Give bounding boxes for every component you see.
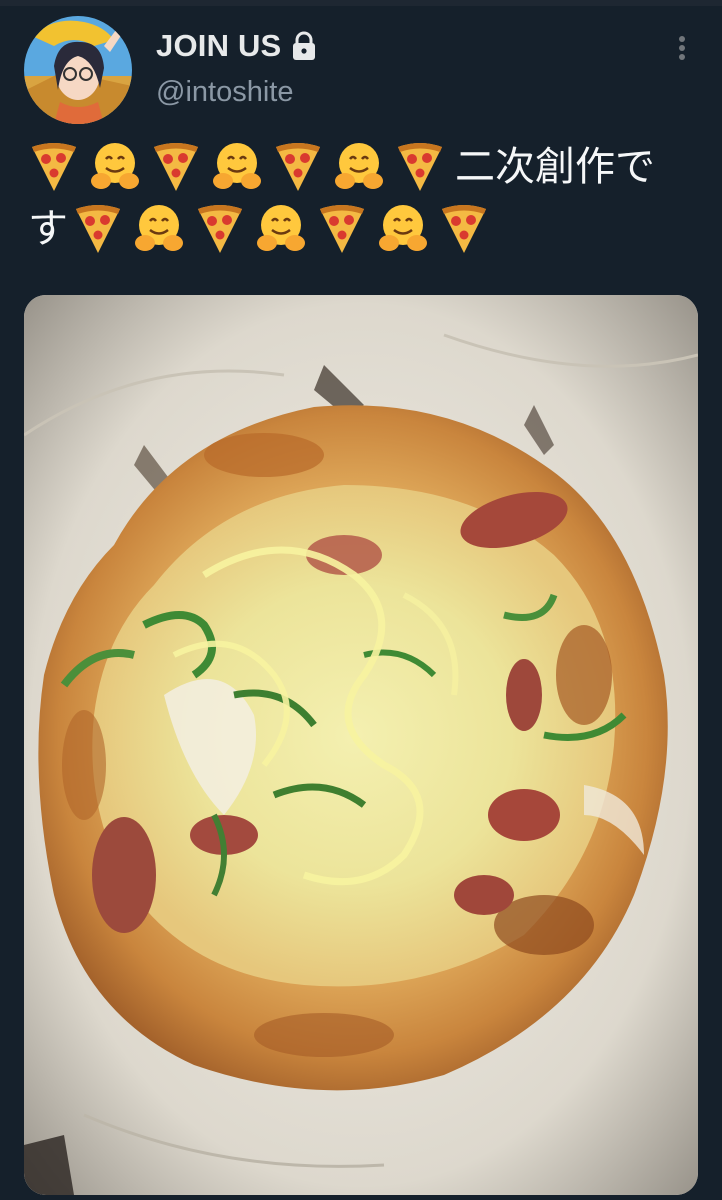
pizza-icon — [28, 141, 89, 193]
hugging-face-icon — [133, 203, 194, 255]
avatar[interactable] — [24, 16, 132, 124]
pizza-icon — [316, 203, 377, 255]
author-name-row[interactable]: JOIN US — [156, 26, 317, 66]
pizza-icon — [194, 203, 255, 255]
pizza-icon — [394, 141, 455, 193]
tweet-text-segment: 二次創作で — [455, 144, 655, 190]
pizza-icon — [438, 203, 499, 255]
hugging-face-icon — [377, 203, 438, 255]
more-button[interactable] — [664, 30, 700, 66]
tweet-text-line-2: す — [28, 198, 700, 260]
top-divider — [0, 0, 722, 6]
lock-icon — [293, 31, 316, 60]
pizza-icon — [272, 141, 333, 193]
tweet-text-line-1: 二次創作で — [28, 136, 700, 198]
tweet-text: 二次創作で す — [28, 136, 700, 260]
tweet-text-segment: す — [28, 206, 68, 252]
author-handle[interactable]: @intoshite — [156, 76, 293, 109]
hugging-face-icon — [89, 141, 150, 193]
anime-character-avatar-icon — [24, 16, 132, 124]
tweet-photo[interactable] — [24, 295, 698, 1195]
pizza-icon — [150, 141, 211, 193]
hugging-face-icon — [333, 141, 394, 193]
pizza-icon — [72, 203, 133, 255]
more-dots-icon — [679, 36, 685, 60]
homemade-pizza-photo — [24, 295, 698, 1195]
author-display-name[interactable]: JOIN US — [156, 28, 281, 64]
hugging-face-icon — [255, 203, 316, 255]
hugging-face-icon — [211, 141, 272, 193]
